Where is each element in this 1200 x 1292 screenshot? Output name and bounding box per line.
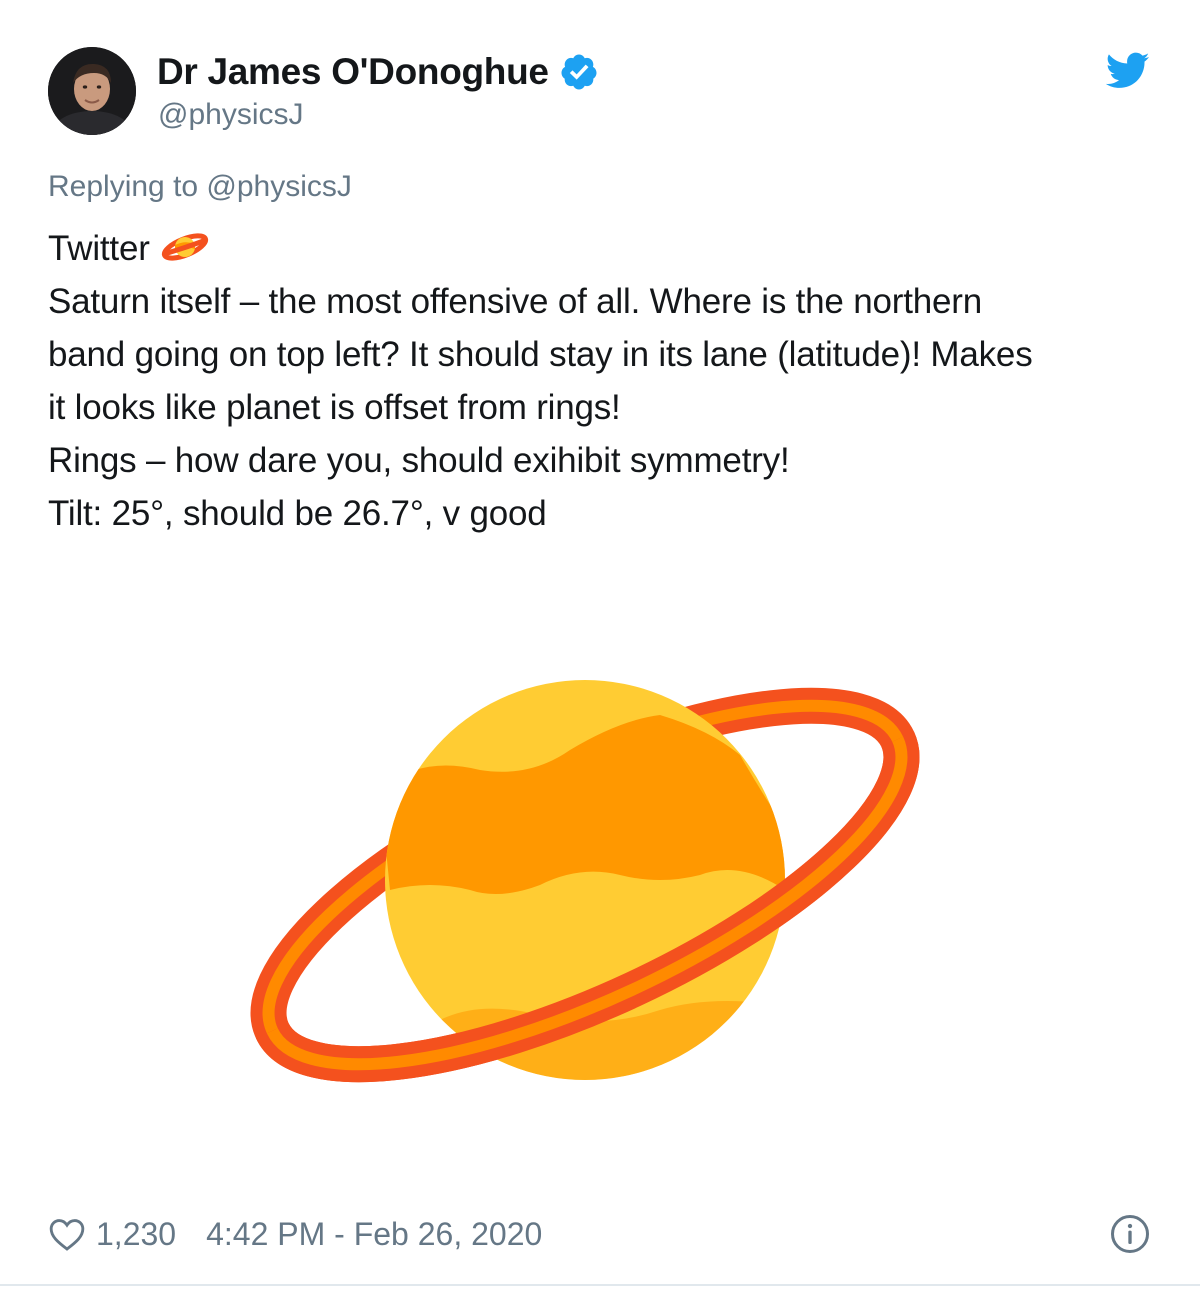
like-count[interactable]: 1,230 — [96, 1216, 176, 1253]
avatar[interactable] — [48, 47, 136, 135]
timestamp[interactable]: 4:42 PM - Feb 26, 2020 — [206, 1216, 542, 1253]
author-handle[interactable]: @physicsJ — [158, 98, 304, 132]
tweet-line: Saturn itself – the most offensive of al… — [48, 282, 982, 321]
verified-badge-icon — [561, 54, 597, 90]
tweet-line: band going on top left? It should stay i… — [48, 335, 1033, 374]
tweet-footer: 1,230 4:42 PM - Feb 26, 2020 — [48, 1210, 542, 1258]
tweet-text: Twitter Saturn itself – the most offensi… — [48, 222, 1158, 540]
card-divider — [0, 1284, 1200, 1286]
tweet-card: Dr James O'Donoghue @physicsJ Replying t… — [0, 0, 1200, 1292]
tweet-line: it looks like planet is offset from ring… — [48, 388, 621, 427]
tweet-line: Tilt: 25°, should be 26.7°, v good — [48, 494, 547, 533]
replying-to-label[interactable]: Replying to @physicsJ — [48, 170, 352, 204]
tweet-line: Rings – how dare you, should exihibit sy… — [48, 441, 790, 480]
author-row: Dr James O'Donoghue — [157, 48, 599, 96]
twitter-bird-icon[interactable] — [1106, 52, 1150, 90]
info-icon[interactable] — [1110, 1214, 1150, 1254]
ringed-planet-icon — [161, 233, 208, 261]
tweet-line: Twitter — [48, 222, 1158, 275]
heart-icon[interactable] — [48, 1216, 86, 1252]
display-name[interactable]: Dr James O'Donoghue — [157, 51, 549, 93]
ringed-planet-illustration[interactable] — [240, 660, 940, 1100]
